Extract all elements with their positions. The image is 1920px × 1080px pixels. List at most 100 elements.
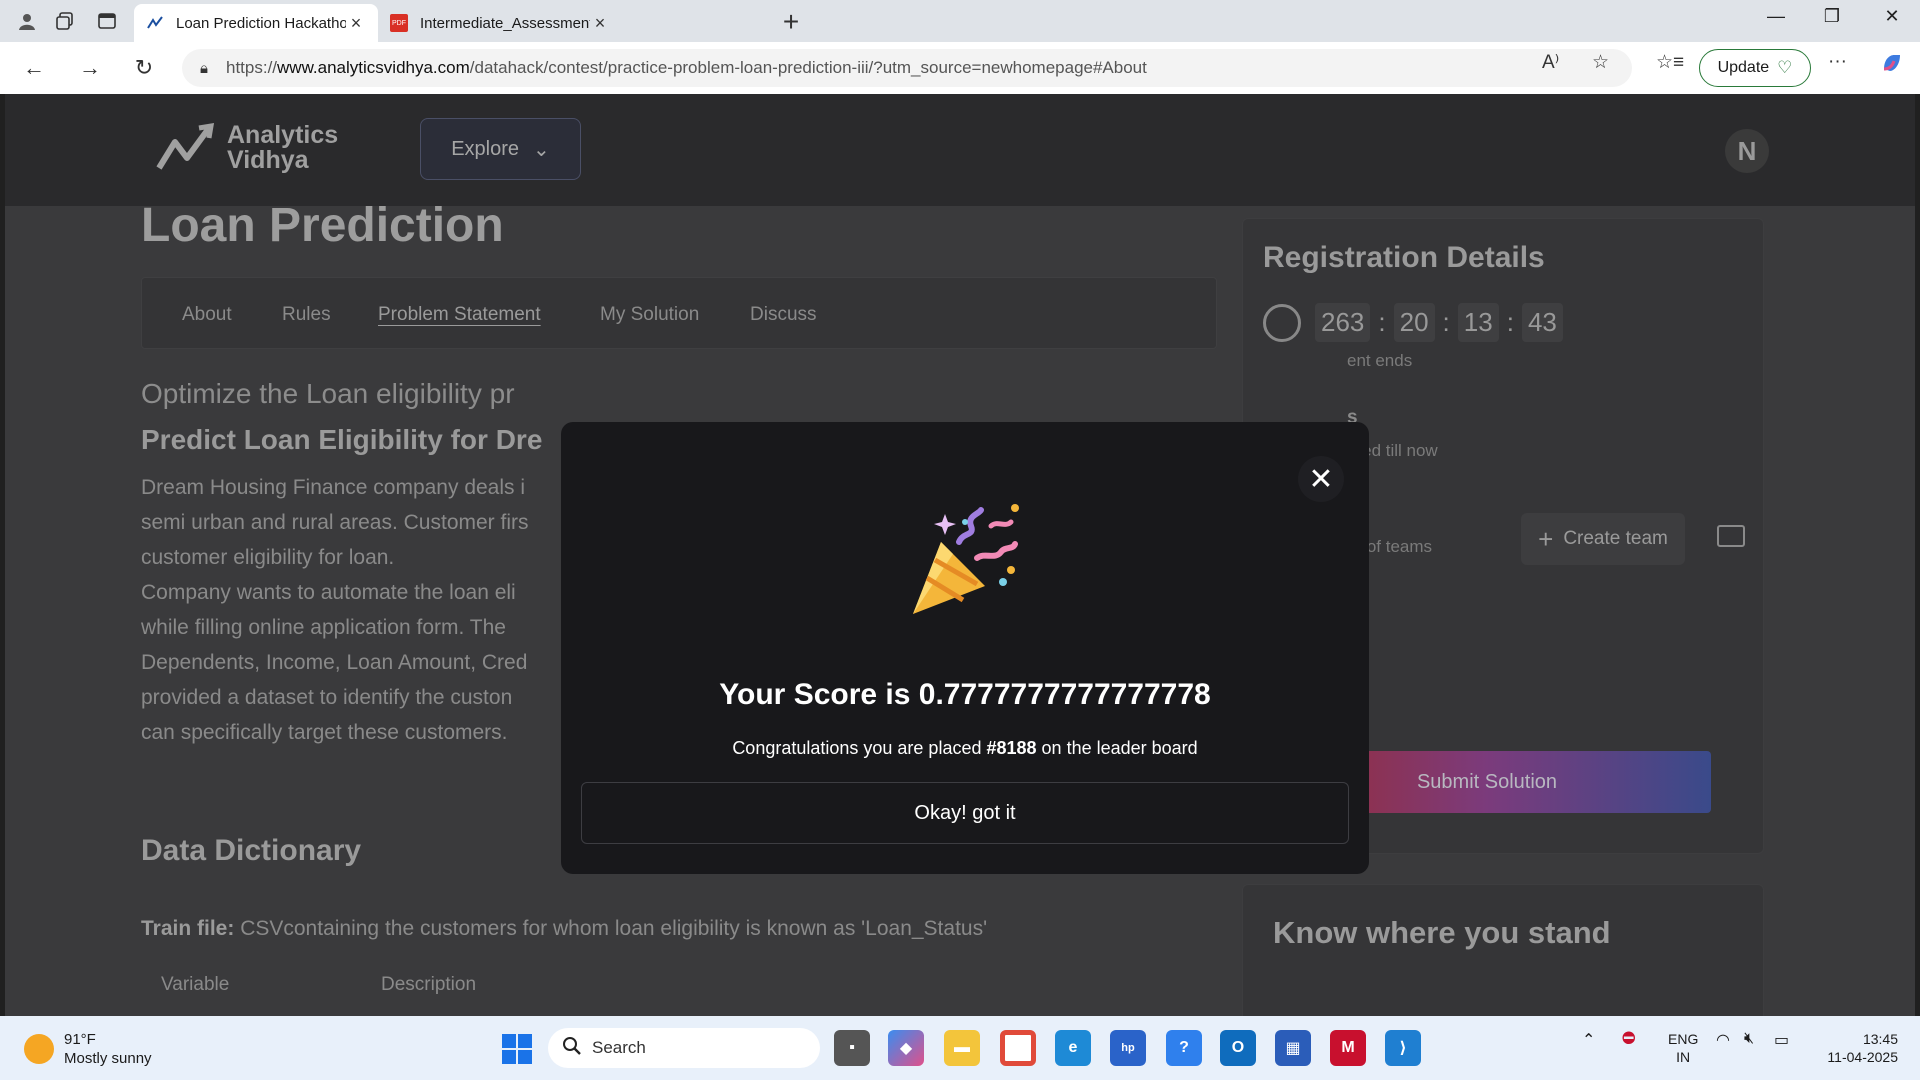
outlook-icon[interactable]: O: [1220, 1030, 1256, 1066]
train-file-text: Train file: CSVcontaining the customers …: [141, 917, 988, 940]
know-where-title: Know where you stand: [1273, 915, 1611, 950]
know-where-you-stand-card: Know where you stand: [1242, 884, 1764, 1016]
registration-title: Registration Details: [1263, 241, 1545, 274]
close-tab-icon[interactable]: ×: [590, 13, 610, 34]
timer-seconds: 43: [1521, 303, 1563, 342]
web-page: Analytics Vidhya Explore ⌄ N Loan Predic…: [5, 94, 1915, 1016]
party-popper-icon: [905, 502, 1025, 627]
data-dictionary-title: Data Dictionary: [141, 834, 362, 867]
pdf-icon: PDF: [390, 14, 408, 32]
new-tab-plus-icon[interactable]: +: [776, 6, 806, 38]
favorites-icon[interactable]: ☆≡: [1656, 51, 1684, 74]
timer-sep: :: [1506, 307, 1514, 337]
copilot-app-icon[interactable]: ◆: [888, 1030, 924, 1066]
okay-got-it-button[interactable]: Okay! got it: [581, 782, 1349, 844]
back-arrow-icon[interactable]: ←: [18, 52, 50, 84]
more-options-icon[interactable]: ···: [1828, 51, 1847, 73]
lang-line2: IN: [1676, 1049, 1691, 1065]
column-header-variable: Variable: [161, 974, 230, 995]
vscode-icon[interactable]: ⟩: [1385, 1030, 1421, 1066]
lock-icon[interactable]: 🔒︎: [182, 60, 226, 77]
language-indicator[interactable]: ENG IN: [1668, 1030, 1698, 1066]
edge-icon[interactable]: e: [1055, 1030, 1091, 1066]
lang-line1: ENG: [1668, 1031, 1699, 1047]
security-status-icon[interactable]: ⛔︎: [1622, 1030, 1636, 1048]
mcafee-icon[interactable]: M: [1330, 1030, 1366, 1066]
update-label: Update: [1717, 59, 1770, 76]
start-windows-icon[interactable]: [502, 1034, 532, 1064]
countdown-timer: 263 : 20 : 13 : 43: [1263, 303, 1563, 342]
avatar[interactable]: N: [1725, 129, 1769, 173]
site-header: Analytics Vidhya Explore ⌄ N: [5, 94, 1915, 206]
refresh-icon[interactable]: ↻: [128, 52, 160, 84]
windows-taskbar: 91°F Mostly sunny Search ▪ ◆ ▬ e hp ? O …: [0, 1016, 1920, 1080]
tab-problem-statement[interactable]: Problem Statement: [378, 304, 541, 326]
system-clock[interactable]: 13:45 11-04-2025: [1818, 1030, 1898, 1066]
browser-toolbar: ← → ↻ 🔒︎ https://www.analyticsvidhya.com…: [0, 42, 1920, 94]
clock-time: 13:45: [1862, 1031, 1898, 1047]
logo-line1: Analytics: [227, 121, 339, 149]
forward-arrow-icon[interactable]: →: [74, 52, 106, 84]
score-modal: ✕ Your Score is 0.7777777777777778 Congr…: [561, 422, 1369, 874]
analytics-vidhya-logo[interactable]: Analytics Vidhya: [155, 122, 338, 174]
mail-icon[interactable]: [1717, 525, 1745, 547]
logo-graph-icon: [156, 122, 215, 170]
plus-icon: +: [1538, 523, 1554, 554]
volume-muted-icon[interactable]: 🔇︎: [1744, 1030, 1754, 1048]
copilot-icon[interactable]: [1880, 51, 1904, 81]
analytics-vidhya-favicon: [146, 14, 164, 32]
taskbar-search[interactable]: Search: [548, 1028, 820, 1068]
address-bar[interactable]: 🔒︎ https://www.analyticsvidhya.com/datah…: [182, 49, 1632, 87]
tab-label: Loan Prediction Hackathon: Hand: [176, 14, 346, 32]
chevron-down-icon: ⌄: [533, 138, 550, 161]
close-window-icon[interactable]: ✕: [1872, 6, 1912, 27]
page-title: Loan Prediction: [141, 199, 504, 252]
weather-sun-icon: [24, 1034, 54, 1064]
timer-sep: :: [1442, 307, 1450, 337]
show-hidden-icons-chevron-icon[interactable]: ⌃: [1582, 1030, 1595, 1050]
timer-sep: :: [1378, 307, 1386, 337]
chrome-icon[interactable]: [1000, 1030, 1036, 1066]
minimize-icon[interactable]: —: [1756, 6, 1796, 27]
tab-loan-prediction[interactable]: Loan Prediction Hackathon: Hand ×: [134, 4, 378, 42]
tab-intermediate-assessment[interactable]: PDF Intermediate_Assessment_II.pdf ×: [378, 4, 622, 42]
workspaces-icon[interactable]: [52, 8, 78, 34]
tab-rules[interactable]: Rules: [282, 304, 331, 326]
explore-button[interactable]: Explore ⌄: [420, 118, 581, 180]
restore-icon[interactable]: ❐: [1812, 6, 1852, 27]
tab-my-solution[interactable]: My Solution: [600, 304, 699, 326]
tab-about[interactable]: About: [182, 304, 232, 326]
create-team-label: Create team: [1563, 528, 1668, 549]
score-text: Your Score is 0.7777777777777778: [719, 678, 1211, 711]
contest-tabs: About Rules Problem Statement My Solutio…: [141, 277, 1217, 349]
close-tab-icon[interactable]: ×: [346, 13, 366, 34]
weather-temp: 91°F: [64, 1031, 96, 1048]
help-icon[interactable]: ?: [1166, 1030, 1202, 1066]
section-subheading: Predict Loan Eligibility for Dre: [141, 424, 543, 455]
vertical-tabs-icon[interactable]: [94, 8, 120, 34]
myhp-icon[interactable]: hp: [1110, 1030, 1146, 1066]
heart-icon: ♡: [1777, 58, 1793, 77]
store-icon[interactable]: ▦: [1275, 1030, 1311, 1066]
weather-widget[interactable]: 91°F Mostly sunny: [24, 1030, 152, 1068]
file-explorer-icon[interactable]: ▬: [944, 1030, 980, 1066]
clock-date: 11-04-2025: [1827, 1049, 1898, 1065]
favorite-star-icon[interactable]: ☆: [1592, 51, 1609, 74]
url-text: https://www.analyticsvidhya.com/datahack…: [226, 58, 1147, 77]
read-aloud-icon[interactable]: A⁾: [1542, 51, 1559, 74]
task-view-icon[interactable]: ▪: [834, 1030, 870, 1066]
search-label: Search: [592, 1038, 646, 1057]
battery-icon[interactable]: ▭: [1774, 1030, 1789, 1050]
tab-label: Intermediate_Assessment_II.pdf: [420, 14, 590, 32]
timer-caption: ent ends: [1347, 351, 1413, 370]
update-button[interactable]: Update ♡: [1699, 49, 1811, 87]
congrats-text: Congratulations you are placed #8188 on …: [732, 738, 1198, 758]
tab-discuss[interactable]: Discuss: [750, 304, 817, 326]
browser-tab-strip: Loan Prediction Hackathon: Hand × PDF In…: [0, 0, 1920, 42]
profile-icon[interactable]: [14, 8, 40, 34]
create-team-button[interactable]: + Create team: [1521, 513, 1685, 565]
close-icon[interactable]: ✕: [1298, 456, 1344, 502]
timer-minutes: 13: [1457, 303, 1499, 342]
clock-icon: [1263, 303, 1301, 342]
wifi-icon[interactable]: ◠: [1716, 1030, 1730, 1050]
